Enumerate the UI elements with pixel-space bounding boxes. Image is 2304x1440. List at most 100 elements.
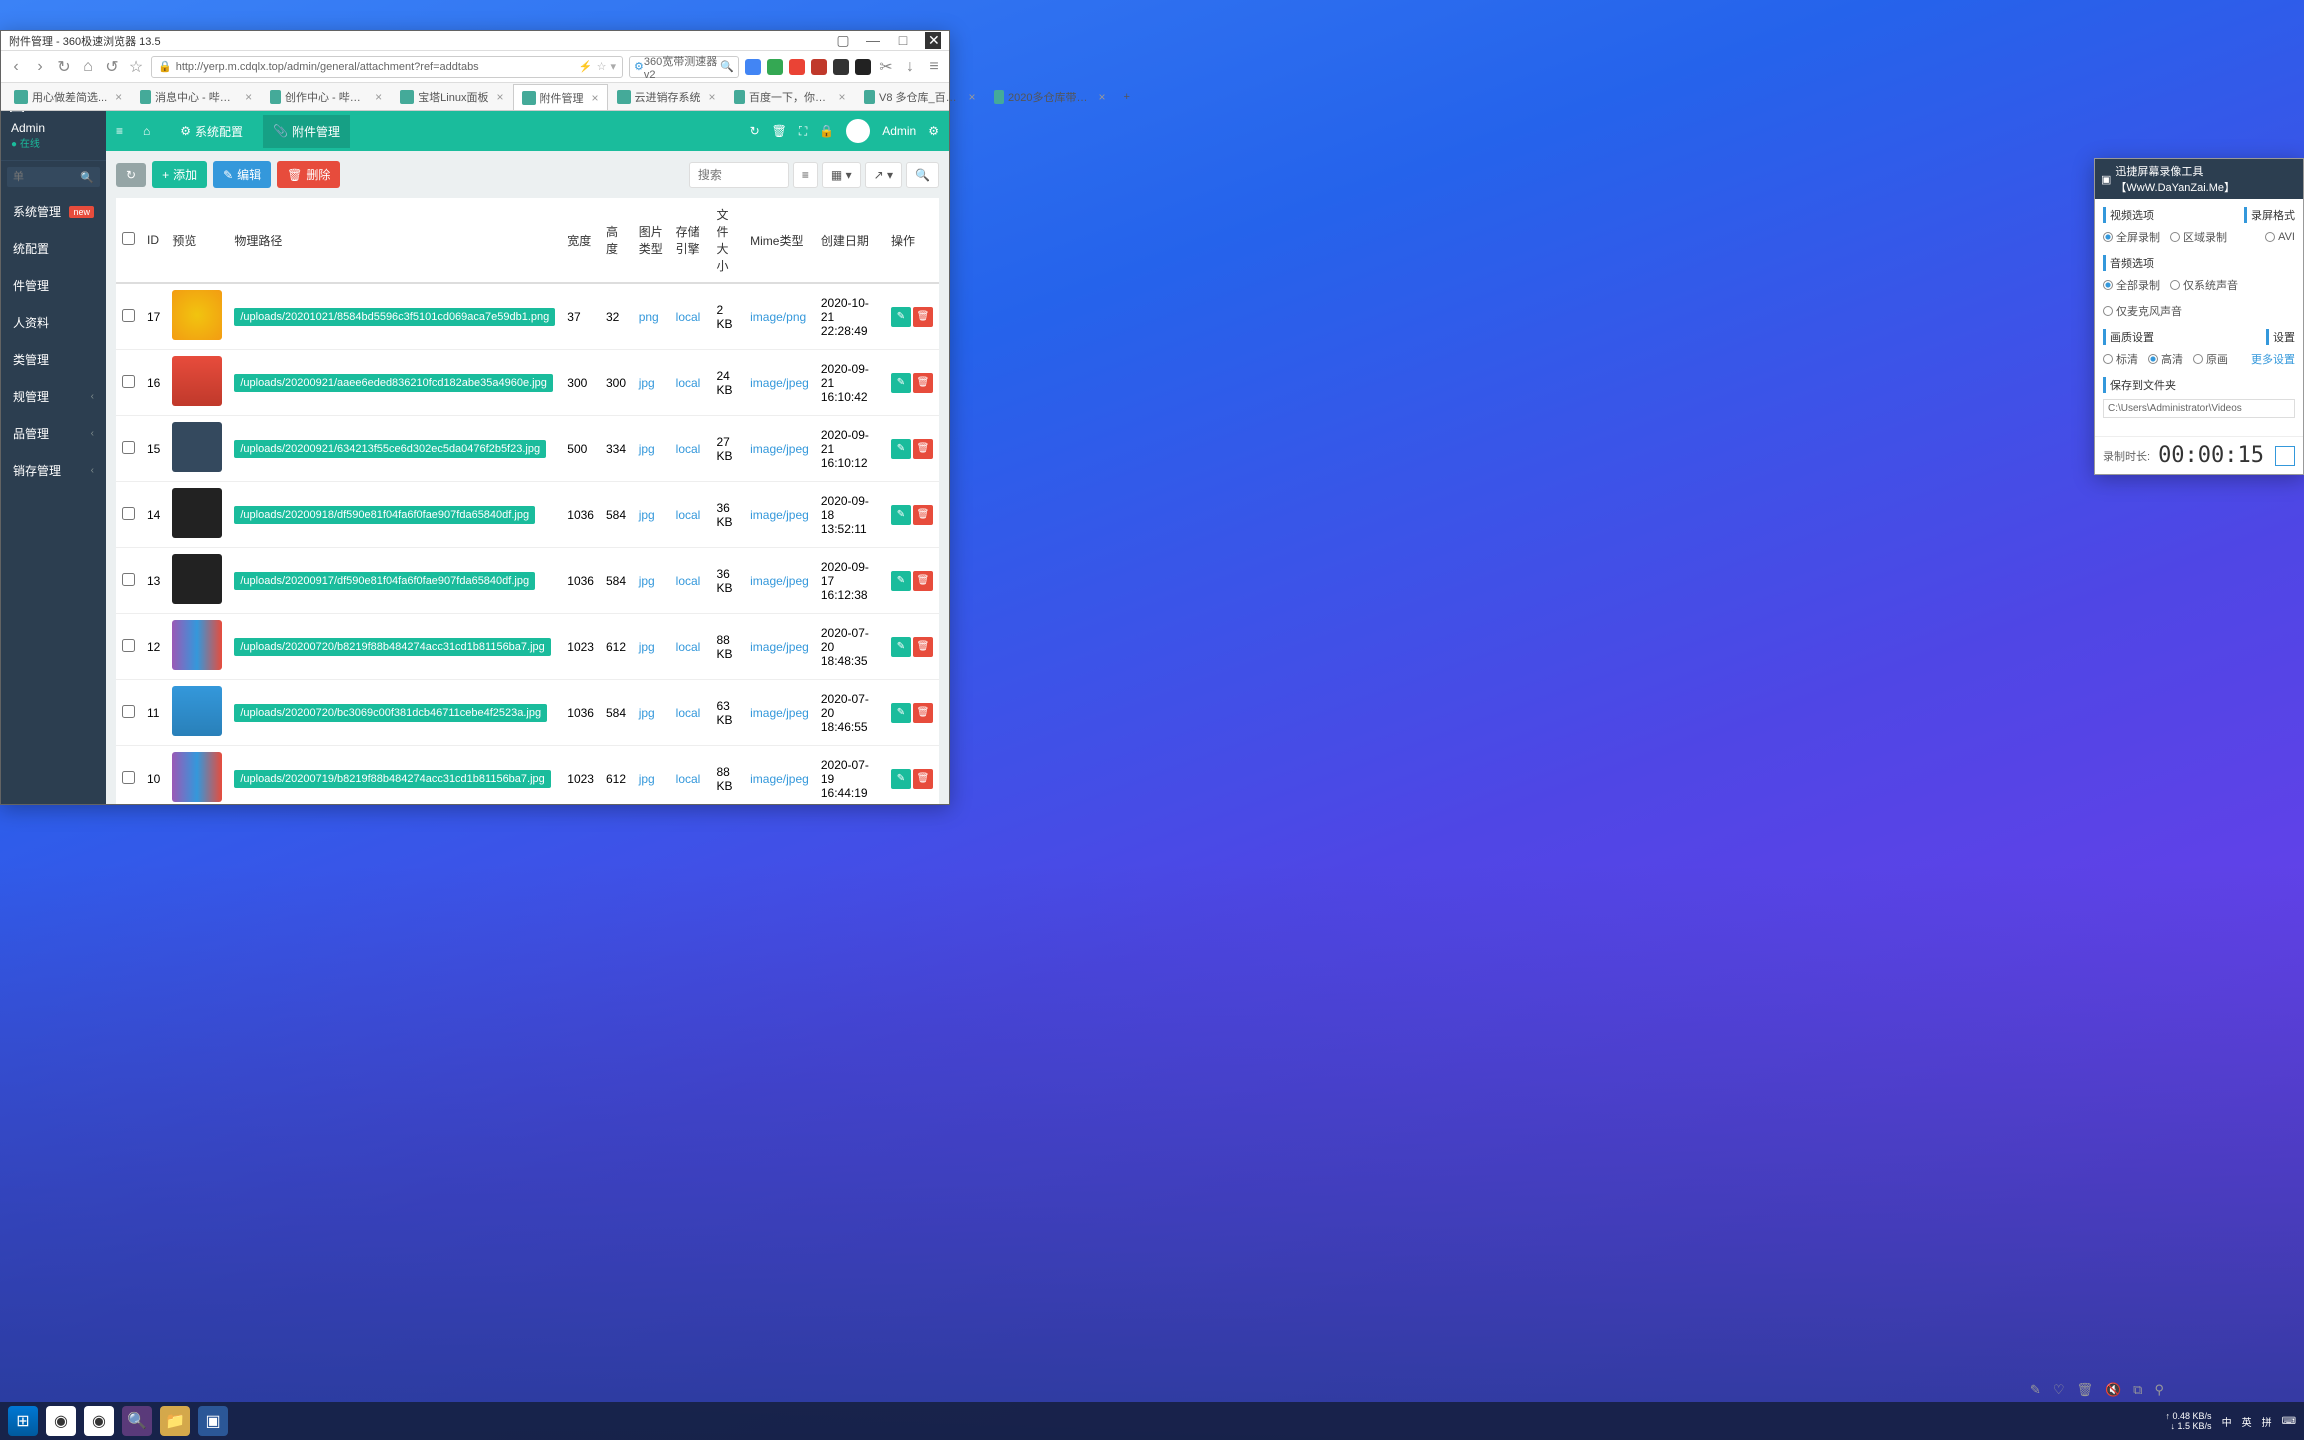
edit-row-button[interactable]: ✎ [891, 505, 911, 525]
footer-icon[interactable]: ✎ [2030, 1382, 2041, 1398]
maximize-icon[interactable]: □ [895, 32, 911, 49]
search-box[interactable]: ⚙ 360宽带测速器v2 🔍 [629, 56, 739, 78]
close-icon[interactable]: × [592, 91, 599, 105]
lock-icon[interactable]: 🔒 [819, 124, 834, 138]
trash-icon[interactable]: 🗑 [772, 124, 787, 138]
path-badge[interactable]: /uploads/20200921/aaee6eded836210fcd182a… [234, 374, 552, 392]
thumbnail[interactable] [172, 356, 222, 406]
mime-link[interactable]: image/jpeg [750, 574, 809, 588]
edit-row-button[interactable]: ✎ [891, 439, 911, 459]
column-header[interactable]: 创建日期 [815, 198, 885, 283]
mime-link[interactable]: image/jpeg [750, 376, 809, 390]
type-link[interactable]: jpg [639, 706, 655, 720]
ime-icon[interactable]: 拼 [2262, 1414, 2272, 1429]
browser-tab[interactable]: 云进销存系统× [608, 84, 725, 110]
opt-region[interactable]: 区域录制 [2170, 229, 2227, 245]
opt-orig[interactable]: 原画 [2193, 351, 2228, 367]
view-list-button[interactable]: ≡ [793, 162, 818, 188]
ext-icon[interactable] [789, 59, 805, 75]
chrome-icon[interactable]: ◉ [46, 1406, 76, 1436]
footer-icon[interactable]: ♡ [2053, 1382, 2065, 1398]
export-button[interactable]: ↗ ▾ [865, 162, 902, 188]
more-settings-link[interactable]: 更多设置 [2251, 351, 2295, 367]
dropdown-icon[interactable]: ▾ [610, 60, 616, 73]
settings-icon[interactable]: ⚙ [928, 124, 939, 138]
row-checkbox[interactable] [122, 309, 135, 322]
address-bar[interactable]: 🔒 http://yerp.m.cdqlx.top/admin/general/… [151, 56, 623, 78]
column-header[interactable]: 宽度 [561, 198, 600, 283]
close-icon[interactable]: × [496, 90, 503, 104]
mime-link[interactable]: image/jpeg [750, 706, 809, 720]
sidebar-item[interactable]: 规管理‹ [1, 378, 106, 415]
sidebar-item[interactable]: 统配置 [1, 230, 106, 267]
ext-icon[interactable] [811, 59, 827, 75]
path-badge[interactable]: /uploads/20200719/b8219f88b484274acc31cd… [234, 770, 550, 788]
minimize-icon[interactable]: — [865, 32, 881, 49]
browser-tab[interactable]: 2020多仓库带扫描版...× [985, 84, 1115, 110]
topbar-附件管理[interactable]: 📎 附件管理 [263, 115, 350, 148]
opt-mic-audio[interactable]: 仅麦克风声音 [2103, 303, 2182, 319]
user-name[interactable]: Admin [882, 124, 916, 138]
type-link[interactable]: jpg [639, 376, 655, 390]
opt-all-audio[interactable]: 全部录制 [2103, 277, 2160, 293]
flash-icon[interactable]: ⚡ [579, 60, 593, 73]
close-icon[interactable]: × [245, 90, 252, 104]
type-link[interactable]: jpg [639, 508, 655, 522]
delete-button[interactable]: 🗑 删除 [277, 161, 340, 188]
close-icon[interactable]: × [839, 90, 846, 104]
column-header[interactable]: 物理路径 [228, 198, 561, 283]
path-badge[interactable]: /uploads/20201021/8584bd5596c3f5101cd069… [234, 308, 555, 326]
sidebar-item[interactable]: 人资料 [1, 304, 106, 341]
storage-link[interactable]: local [676, 310, 701, 324]
footer-icon[interactable]: 🔇 [2105, 1382, 2121, 1398]
sidebar-item[interactable]: 件管理 [1, 267, 106, 304]
tray-icon[interactable]: ⌨ [2282, 1416, 2296, 1427]
column-header[interactable]: 操作 [885, 198, 939, 283]
star-icon[interactable]: ☆ [597, 60, 607, 73]
search-icon[interactable]: 🔍 [122, 1406, 152, 1436]
record-button[interactable] [2275, 446, 2295, 466]
thumbnail[interactable] [172, 620, 222, 670]
select-all[interactable] [122, 232, 135, 245]
column-header[interactable]: 预览 [166, 198, 228, 283]
storage-link[interactable]: local [676, 376, 701, 390]
opt-avi[interactable]: AVI [2265, 229, 2295, 245]
menu-icon[interactable]: ≡ [925, 58, 943, 76]
thumbnail[interactable] [172, 686, 222, 736]
search-icon[interactable]: 🔍 [720, 60, 734, 73]
type-link[interactable]: jpg [639, 442, 655, 456]
refresh-button[interactable]: ↻ [116, 163, 146, 187]
restore-icon[interactable]: ▢ [835, 32, 851, 49]
opt-sd[interactable]: 标清 [2103, 351, 2138, 367]
download-icon[interactable]: ↓ [901, 58, 919, 76]
type-link[interactable]: jpg [639, 574, 655, 588]
delete-row-button[interactable]: 🗑 [913, 769, 933, 789]
edit-row-button[interactable]: ✎ [891, 703, 911, 723]
thumbnail[interactable] [172, 422, 222, 472]
delete-row-button[interactable]: 🗑 [913, 637, 933, 657]
delete-row-button[interactable]: 🗑 [913, 373, 933, 393]
ime-icon[interactable]: 中 [2222, 1414, 2232, 1429]
avatar[interactable] [846, 119, 870, 143]
edit-row-button[interactable]: ✎ [891, 307, 911, 327]
back-icon[interactable]: ‹ [7, 58, 25, 76]
browser-tab[interactable]: 百度一下，你就知道× [725, 84, 855, 110]
mime-link[interactable]: image/jpeg [750, 442, 809, 456]
thumbnail[interactable] [172, 752, 222, 802]
view-grid-button[interactable]: ▦ ▾ [822, 162, 861, 188]
browser-tab[interactable]: 创作中心 - 哔哩哔哩...× [261, 84, 391, 110]
star-icon[interactable]: ☆ [127, 58, 145, 76]
row-checkbox[interactable] [122, 705, 135, 718]
column-header[interactable]: 文件大小 [710, 198, 744, 283]
column-header[interactable]: 图片类型 [633, 198, 670, 283]
mime-link[interactable]: image/jpeg [750, 772, 809, 786]
column-header[interactable]: 存储引擎 [670, 198, 711, 283]
column-header[interactable] [116, 198, 141, 283]
thumbnail[interactable] [172, 554, 222, 604]
column-header[interactable]: 高度 [600, 198, 633, 283]
close-icon[interactable]: × [709, 90, 716, 104]
storage-link[interactable]: local [676, 508, 701, 522]
close-icon[interactable]: ✕ [925, 32, 941, 49]
search-icon[interactable]: 🔍 [80, 171, 94, 184]
save-path-input[interactable] [2103, 399, 2295, 418]
